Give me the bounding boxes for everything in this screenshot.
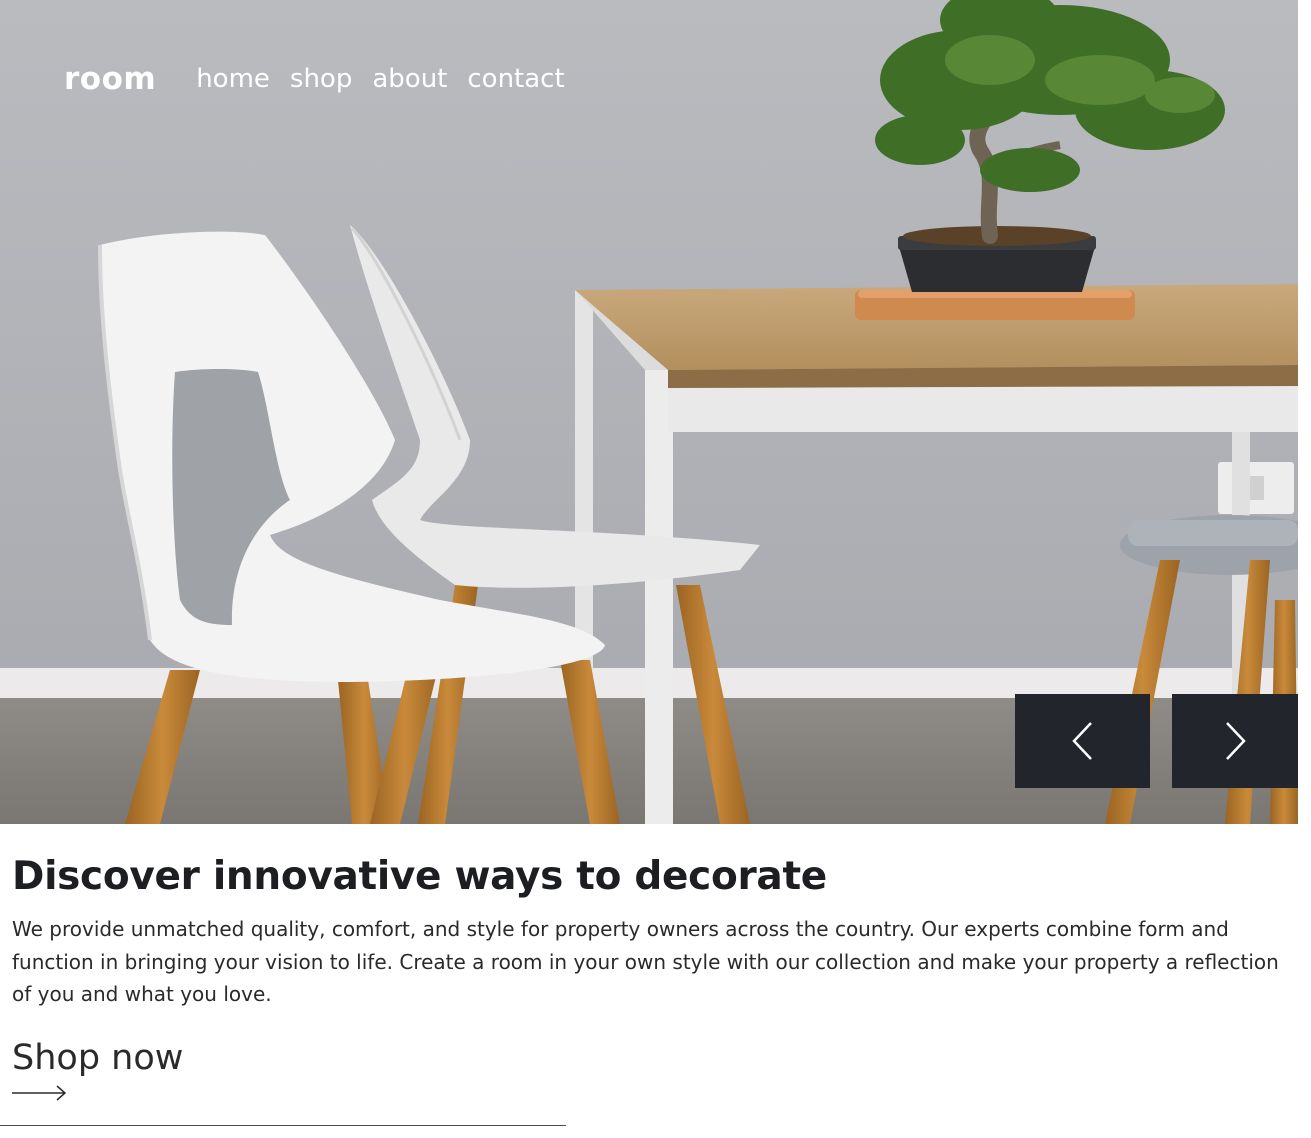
hero-section: room home shop about contact xyxy=(0,0,1298,824)
nav-link-contact[interactable]: contact xyxy=(467,64,564,94)
bottom-divider xyxy=(0,1125,566,1126)
intro-section: Discover innovative ways to decorate We … xyxy=(12,850,1292,1101)
nav-link-shop[interactable]: shop xyxy=(290,64,352,94)
main-nav: room home shop about contact xyxy=(64,58,585,100)
chevron-right-icon xyxy=(1226,722,1246,760)
shop-now-label: Shop now xyxy=(12,1037,184,1078)
arrow-right-icon xyxy=(12,1084,67,1101)
previous-slide-button[interactable] xyxy=(1015,694,1150,788)
page-title: Discover innovative ways to decorate xyxy=(12,854,827,899)
nav-link-home[interactable]: home xyxy=(196,64,270,94)
logo[interactable]: room xyxy=(64,61,156,97)
chevron-left-icon xyxy=(1071,722,1092,760)
next-slide-button[interactable] xyxy=(1172,694,1298,788)
intro-paragraph: We provide unmatched quality, comfort, a… xyxy=(12,917,1279,1006)
nav-link-about[interactable]: about xyxy=(372,64,447,94)
shop-now-link[interactable]: Shop now xyxy=(12,1037,183,1101)
